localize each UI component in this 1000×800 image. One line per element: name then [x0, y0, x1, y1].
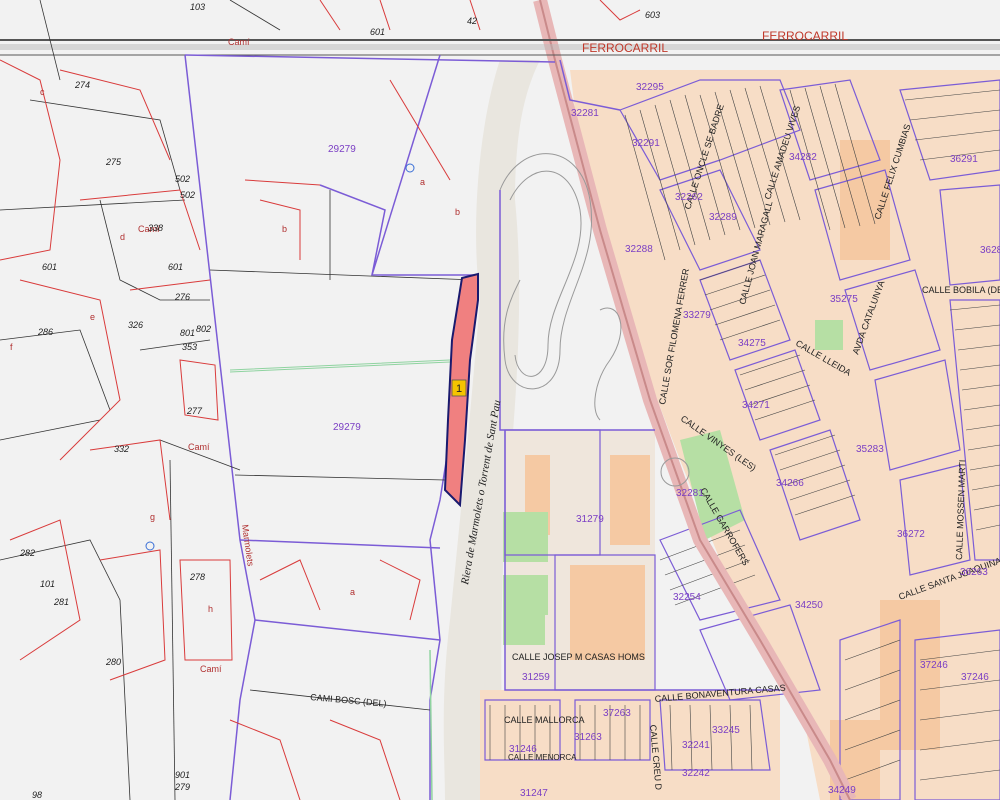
lot-281: 281: [53, 597, 69, 607]
parcel-33279: 33279: [683, 310, 711, 321]
parcel-34282: 34282: [789, 152, 817, 163]
parcel-32262: 32262: [675, 192, 703, 203]
street-cami-4: Camí: [200, 664, 222, 674]
parcel-31246: 31246: [509, 744, 537, 755]
parcel-34271: 34271: [742, 400, 770, 411]
lot-276: 276: [174, 292, 190, 302]
lot-277: 277: [186, 406, 203, 416]
lot-802: 802: [196, 324, 211, 334]
parcel-29279-north: 29279: [328, 144, 356, 155]
street-mallorca: CALLE MALLORCA: [504, 715, 585, 725]
lot-901: 901: [175, 770, 190, 780]
lot-275: 275: [105, 157, 122, 167]
lot-101: 101: [40, 579, 55, 589]
parcel-32295: 32295: [636, 82, 664, 93]
street-bobila: CALLE BOBILA (DE: [922, 285, 1000, 295]
parcel-36291: 36291: [950, 154, 978, 165]
lot-601-c: 601: [168, 262, 183, 272]
parcel-37246-b: 37246: [961, 672, 989, 683]
parcel-32291: 32291: [632, 138, 660, 149]
street-cami-1: Camí: [228, 37, 250, 47]
lot-353: 353: [182, 342, 197, 352]
street-ferrocarril-2: FERROCARRIL: [762, 29, 848, 43]
parcel-33245: 33245: [712, 725, 740, 736]
lot-274: 274: [74, 80, 90, 90]
letter-b2: b: [282, 224, 287, 234]
letter-b: b: [455, 207, 460, 217]
lot-502-b: 502: [180, 190, 195, 200]
parcel-37263: 37263: [603, 708, 631, 719]
parcel-32242: 32242: [682, 768, 710, 779]
lot-338: 338: [148, 223, 163, 233]
parcel-32254: 32254: [673, 592, 701, 603]
lot-42: 42: [467, 16, 477, 26]
lot-502-a: 502: [175, 174, 190, 184]
lot-601-a: 601: [370, 27, 385, 37]
lot-801: 801: [180, 328, 195, 338]
parcel-37246-a: 37246: [920, 660, 948, 671]
street-ferrocarril-1: FERROCARRIL: [582, 41, 668, 55]
parcel-34249: 34249: [828, 785, 856, 796]
lot-103: 103: [190, 2, 205, 12]
parcel-32241: 32241: [682, 740, 710, 751]
street-josep-casas: CALLE JOSEP M CASAS HOMS: [512, 652, 645, 662]
parcel-36272: 36272: [897, 529, 925, 540]
letter-g: g: [150, 512, 155, 522]
parcel-32281-b: 32281: [676, 488, 704, 499]
lot-98: 98: [32, 790, 42, 800]
letter-a2: a: [350, 587, 355, 597]
letter-e: e: [90, 312, 95, 322]
letter-a: a: [420, 177, 425, 187]
letter-d: d: [120, 232, 125, 242]
lot-603: 603: [645, 10, 660, 20]
lot-286: 286: [37, 327, 53, 337]
cadastral-map[interactable]: 1 FERROCARRIL FERROCARRIL CAMI BOSC (DEL…: [0, 0, 1000, 800]
parcel-31247: 31247: [520, 788, 548, 799]
lot-332: 332: [114, 444, 129, 454]
lot-326: 326: [128, 320, 143, 330]
plot-marker-label: 1: [456, 383, 462, 395]
parcel-34250: 34250: [795, 600, 823, 611]
parcel-29279-south: 29279: [333, 422, 361, 433]
parcel-32288: 32288: [625, 244, 653, 255]
parcel-34275: 34275: [738, 338, 766, 349]
parcel-34266: 34266: [776, 478, 804, 489]
street-cami-3: Camí: [188, 442, 210, 452]
parcel-36263: 36263: [960, 567, 988, 578]
lot-601-b: 601: [42, 262, 57, 272]
letter-h: h: [208, 604, 213, 614]
parcel-31259: 31259: [522, 672, 550, 683]
parcel-32281: 32281: [571, 108, 599, 119]
lot-278: 278: [189, 572, 205, 582]
letter-c: c: [40, 87, 45, 97]
lot-282: 282: [19, 548, 35, 558]
parcel-32289: 32289: [709, 212, 737, 223]
lot-279: 279: [174, 782, 190, 792]
parcel-35283: 35283: [856, 444, 884, 455]
parcel-31279: 31279: [576, 514, 604, 525]
lot-280: 280: [105, 657, 121, 667]
parcel-35275: 35275: [830, 294, 858, 305]
parcel-31263: 31263: [574, 732, 602, 743]
parcel-36284: 36284: [980, 245, 1000, 256]
